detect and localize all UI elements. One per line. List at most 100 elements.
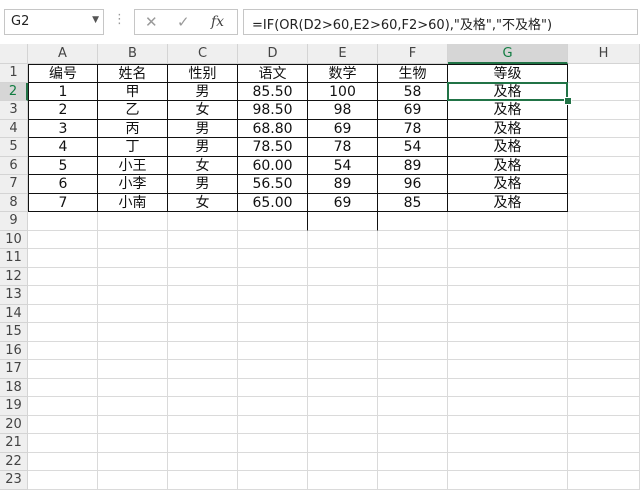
cell-g22[interactable] bbox=[448, 452, 568, 471]
cell-c6[interactable]: 女 bbox=[168, 156, 238, 175]
vertical-dots-icon[interactable]: ⋮ bbox=[113, 12, 126, 27]
cell-e23[interactable] bbox=[308, 471, 378, 490]
row-header-15[interactable]: 15 bbox=[0, 323, 28, 342]
cell-g8[interactable]: 及格 bbox=[448, 193, 568, 212]
cell-e14[interactable] bbox=[308, 304, 378, 323]
cell-a22[interactable] bbox=[28, 452, 98, 471]
cell-g23[interactable] bbox=[448, 471, 568, 490]
cell-h5[interactable] bbox=[568, 138, 640, 157]
cell-h6[interactable] bbox=[568, 156, 640, 175]
cell-d4[interactable]: 68.80 bbox=[238, 119, 308, 138]
cell-g18[interactable] bbox=[448, 378, 568, 397]
cell-f2[interactable]: 58 bbox=[378, 82, 448, 101]
cell-e22[interactable] bbox=[308, 452, 378, 471]
column-header-g[interactable]: G bbox=[448, 44, 568, 64]
cell-b14[interactable] bbox=[98, 304, 168, 323]
cell-d15[interactable] bbox=[238, 323, 308, 342]
row-header-11[interactable]: 11 bbox=[0, 249, 28, 268]
cell-b11[interactable] bbox=[98, 249, 168, 268]
cell-a20[interactable] bbox=[28, 415, 98, 434]
cell-d3[interactable]: 98.50 bbox=[238, 101, 308, 120]
cell-e8[interactable]: 69 bbox=[308, 193, 378, 212]
select-all-corner[interactable] bbox=[0, 44, 28, 64]
cell-b4[interactable]: 丙 bbox=[98, 119, 168, 138]
cell-a15[interactable] bbox=[28, 323, 98, 342]
row-header-1[interactable]: 1 bbox=[0, 64, 28, 83]
cell-e12[interactable] bbox=[308, 267, 378, 286]
cell-b13[interactable] bbox=[98, 286, 168, 305]
row-header-4[interactable]: 4 bbox=[0, 119, 28, 138]
row-header-12[interactable]: 12 bbox=[0, 267, 28, 286]
cell-c14[interactable] bbox=[168, 304, 238, 323]
row-header-8[interactable]: 8 bbox=[0, 193, 28, 212]
cell-d14[interactable] bbox=[238, 304, 308, 323]
cell-d9[interactable] bbox=[238, 212, 308, 231]
cell-f16[interactable] bbox=[378, 341, 448, 360]
cell-f1[interactable]: 生物 bbox=[378, 64, 448, 83]
cell-h19[interactable] bbox=[568, 397, 640, 416]
row-header-20[interactable]: 20 bbox=[0, 415, 28, 434]
cell-c22[interactable] bbox=[168, 452, 238, 471]
cell-c11[interactable] bbox=[168, 249, 238, 268]
cell-g5[interactable]: 及格 bbox=[448, 138, 568, 157]
cell-h17[interactable] bbox=[568, 360, 640, 379]
cell-b21[interactable] bbox=[98, 434, 168, 453]
cell-g17[interactable] bbox=[448, 360, 568, 379]
cell-f5[interactable]: 54 bbox=[378, 138, 448, 157]
cell-h20[interactable] bbox=[568, 415, 640, 434]
cell-a11[interactable] bbox=[28, 249, 98, 268]
cell-g13[interactable] bbox=[448, 286, 568, 305]
cell-f4[interactable]: 78 bbox=[378, 119, 448, 138]
column-header-d[interactable]: D bbox=[238, 44, 308, 64]
cell-h11[interactable] bbox=[568, 249, 640, 268]
cell-h15[interactable] bbox=[568, 323, 640, 342]
cell-d21[interactable] bbox=[238, 434, 308, 453]
cell-g15[interactable] bbox=[448, 323, 568, 342]
cell-f3[interactable]: 69 bbox=[378, 101, 448, 120]
cell-c16[interactable] bbox=[168, 341, 238, 360]
column-header-b[interactable]: B bbox=[98, 44, 168, 64]
cell-h2[interactable] bbox=[568, 82, 640, 101]
cell-f22[interactable] bbox=[378, 452, 448, 471]
cell-c20[interactable] bbox=[168, 415, 238, 434]
row-header-22[interactable]: 22 bbox=[0, 452, 28, 471]
cell-f19[interactable] bbox=[378, 397, 448, 416]
cell-e9[interactable] bbox=[308, 212, 378, 231]
cell-b9[interactable] bbox=[98, 212, 168, 231]
cell-h23[interactable] bbox=[568, 471, 640, 490]
row-header-2[interactable]: 2 bbox=[0, 82, 28, 101]
cell-c19[interactable] bbox=[168, 397, 238, 416]
row-header-23[interactable]: 23 bbox=[0, 471, 28, 490]
cell-e17[interactable] bbox=[308, 360, 378, 379]
cell-g7[interactable]: 及格 bbox=[448, 175, 568, 194]
cell-a5[interactable]: 4 bbox=[28, 138, 98, 157]
cell-f14[interactable] bbox=[378, 304, 448, 323]
cell-c9[interactable] bbox=[168, 212, 238, 231]
cell-b12[interactable] bbox=[98, 267, 168, 286]
cell-f10[interactable] bbox=[378, 230, 448, 249]
cell-h18[interactable] bbox=[568, 378, 640, 397]
cell-a21[interactable] bbox=[28, 434, 98, 453]
cell-g1[interactable]: 等级 bbox=[448, 64, 568, 83]
cell-a17[interactable] bbox=[28, 360, 98, 379]
cell-e19[interactable] bbox=[308, 397, 378, 416]
cell-h16[interactable] bbox=[568, 341, 640, 360]
cell-b20[interactable] bbox=[98, 415, 168, 434]
cell-h8[interactable] bbox=[568, 193, 640, 212]
column-header-f[interactable]: F bbox=[378, 44, 448, 64]
cell-e6[interactable]: 54 bbox=[308, 156, 378, 175]
cell-a18[interactable] bbox=[28, 378, 98, 397]
cell-h14[interactable] bbox=[568, 304, 640, 323]
cell-a23[interactable] bbox=[28, 471, 98, 490]
cell-d20[interactable] bbox=[238, 415, 308, 434]
cell-b16[interactable] bbox=[98, 341, 168, 360]
fill-handle[interactable] bbox=[564, 97, 572, 105]
cell-g9[interactable] bbox=[448, 212, 568, 231]
cell-a3[interactable]: 2 bbox=[28, 101, 98, 120]
cell-c7[interactable]: 男 bbox=[168, 175, 238, 194]
cell-c8[interactable]: 女 bbox=[168, 193, 238, 212]
cell-f8[interactable]: 85 bbox=[378, 193, 448, 212]
cell-e13[interactable] bbox=[308, 286, 378, 305]
cell-f21[interactable] bbox=[378, 434, 448, 453]
row-header-6[interactable]: 6 bbox=[0, 156, 28, 175]
